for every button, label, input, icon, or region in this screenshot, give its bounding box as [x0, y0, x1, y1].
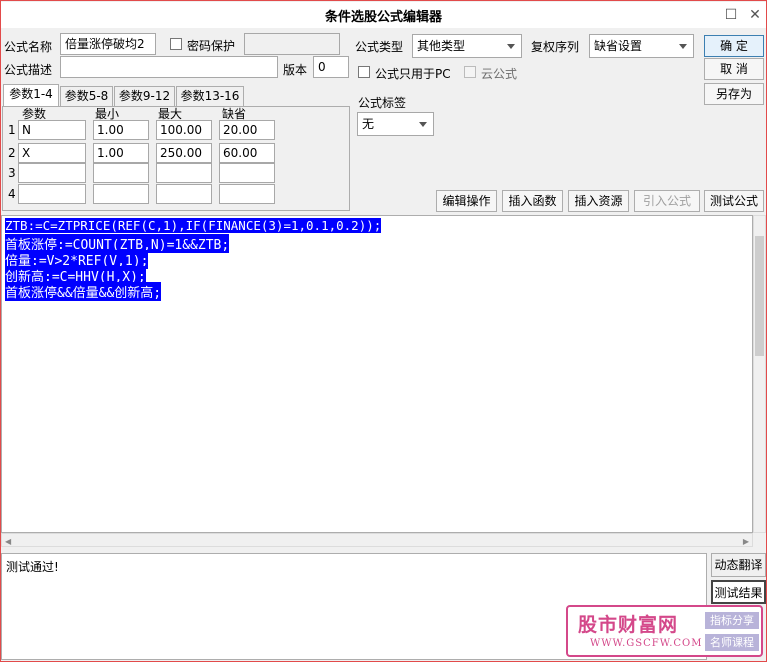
- edit-operations-button[interactable]: 编辑操作: [436, 190, 497, 212]
- formula-type-value: 其他类型: [417, 39, 466, 53]
- param-name-cell[interactable]: [18, 163, 86, 183]
- param-min-cell[interactable]: 1.00: [93, 120, 149, 140]
- chevron-down-icon: [419, 122, 427, 127]
- param-default-cell[interactable]: [219, 184, 275, 204]
- tag-label: 公式标签: [358, 96, 407, 110]
- insert-function-button[interactable]: 插入函数: [502, 190, 563, 212]
- formula-desc-input[interactable]: [60, 56, 278, 78]
- code-editor[interactable]: ZTB:=C=ZTPRICE(REF(C,1),IF(FINANCE(3)=1,…: [1, 215, 753, 533]
- test-formula-button[interactable]: 测试公式: [704, 190, 764, 212]
- tag-value: 无: [362, 117, 375, 131]
- scrollbar-thumb[interactable]: [755, 236, 764, 356]
- site-watermark: 股市财富网 指标分享 名师课程 WWW.GSCFW.COM: [566, 605, 763, 657]
- param-row-index: 1: [8, 123, 16, 137]
- rights-select[interactable]: 缺省设置: [589, 34, 694, 58]
- param-row-index: 2: [8, 146, 16, 160]
- tab-params-9-12[interactable]: 参数9-12: [114, 86, 175, 106]
- formula-desc-label: 公式描述: [4, 63, 53, 77]
- formula-name-input[interactable]: 倍量涨停破均2: [60, 33, 156, 55]
- cloud-label: 云公式: [481, 67, 518, 81]
- window-title: 条件选股公式编辑器: [324, 10, 442, 25]
- param-name-cell[interactable]: [18, 184, 86, 204]
- tab-params-5-8[interactable]: 参数5-8: [60, 86, 113, 106]
- code-line: ZTB:=C=ZTPRICE(REF(C,1),IF(FINANCE(3)=1,…: [5, 218, 382, 233]
- insert-resource-button[interactable]: 插入资源: [568, 190, 629, 212]
- param-name-cell[interactable]: N: [18, 120, 86, 140]
- close-icon[interactable]: ✕: [747, 7, 763, 23]
- formula-name-label: 公式名称: [4, 40, 53, 54]
- cloud-checkbox[interactable]: [464, 66, 476, 78]
- rights-value: 缺省设置: [594, 39, 643, 53]
- param-default-cell[interactable]: 20.00: [219, 120, 275, 140]
- param-max-cell[interactable]: [156, 163, 212, 183]
- watermark-brand: 股市财富网: [578, 614, 679, 636]
- tag-select[interactable]: 无: [357, 112, 434, 136]
- scroll-left-icon[interactable]: ◀: [5, 537, 11, 546]
- rights-label: 复权序列: [531, 40, 580, 54]
- password-label: 密码保护: [187, 39, 236, 53]
- formula-type-select[interactable]: 其他类型: [412, 34, 522, 58]
- dynamic-translate-button[interactable]: 动态翻译: [711, 553, 766, 577]
- password-checkbox[interactable]: [170, 38, 182, 50]
- cancel-button[interactable]: 取 消: [704, 58, 764, 80]
- editor-vertical-scrollbar[interactable]: [753, 215, 766, 533]
- test-result-button[interactable]: 测试结果: [711, 580, 766, 604]
- code-line: 首板涨停&&倍量&&创新高;: [5, 282, 162, 301]
- param-max-cell[interactable]: 100.00: [156, 120, 212, 140]
- watermark-url: WWW.GSCFW.COM: [590, 638, 703, 649]
- param-min-cell[interactable]: [93, 163, 149, 183]
- param-min-cell[interactable]: [93, 184, 149, 204]
- param-default-cell[interactable]: [219, 163, 275, 183]
- param-min-cell[interactable]: 1.00: [93, 143, 149, 163]
- param-default-cell[interactable]: 60.00: [219, 143, 275, 163]
- pc-only-checkbox[interactable]: [358, 66, 370, 78]
- ok-button[interactable]: 确 定: [704, 35, 764, 57]
- chevron-down-icon: [507, 44, 515, 49]
- scroll-right-icon[interactable]: ▶: [743, 537, 749, 546]
- param-row-index: 4: [8, 187, 16, 201]
- save-as-button[interactable]: 另存为: [704, 83, 764, 105]
- param-max-cell[interactable]: [156, 184, 212, 204]
- watermark-tag-share: 指标分享: [705, 612, 759, 629]
- param-row-index: 3: [8, 166, 16, 180]
- param-name-cell[interactable]: X: [18, 143, 86, 163]
- version-label: 版本: [283, 63, 308, 77]
- tab-params-1-4[interactable]: 参数1-4: [3, 84, 59, 107]
- version-input[interactable]: 0: [313, 56, 349, 78]
- chevron-down-icon: [679, 44, 687, 49]
- editor-horizontal-scrollbar[interactable]: ◀ ▶: [1, 533, 753, 547]
- import-formula-button[interactable]: 引入公式: [634, 190, 700, 212]
- watermark-tag-course: 名师课程: [705, 634, 759, 651]
- maximize-icon[interactable]: ☐: [723, 7, 739, 23]
- test-output-text: 测试通过!: [6, 560, 59, 574]
- formula-type-label: 公式类型: [355, 40, 404, 54]
- pc-only-label: 公式只用于PC: [375, 67, 451, 81]
- password-input[interactable]: [244, 33, 340, 55]
- param-max-cell[interactable]: 250.00: [156, 143, 212, 163]
- tab-params-13-16[interactable]: 参数13-16: [176, 86, 244, 106]
